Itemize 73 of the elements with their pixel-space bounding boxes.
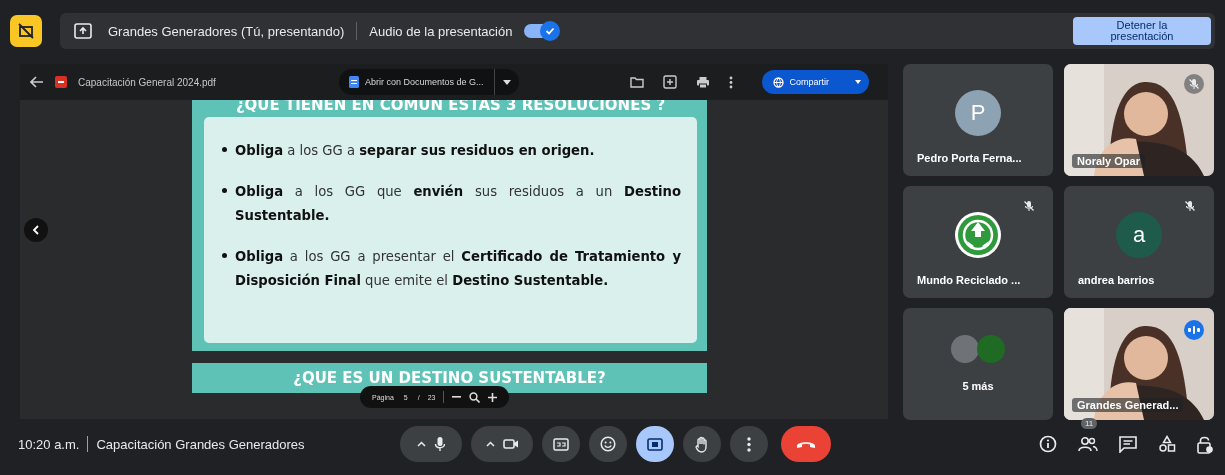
more-options-icon <box>747 436 751 452</box>
check-icon <box>544 25 557 37</box>
participant-tile[interactable]: Noraly Opar <box>1064 64 1214 176</box>
slide-heading: ¿QUE ES UN DESTINO SUSTENTABLE? <box>293 369 606 387</box>
participant-name: Grandes Generad... <box>1072 398 1184 412</box>
present-screen-icon <box>647 437 663 451</box>
captions-icon <box>553 437 569 451</box>
participant-name: Mundo Reciclado ... <box>916 274 1022 288</box>
globe-icon <box>772 76 784 88</box>
audio-label: Audio de la presentación <box>369 23 513 39</box>
participant-name: andrea barrios <box>1077 274 1156 288</box>
present-button[interactable] <box>636 426 674 462</box>
recycle-logo-icon <box>954 211 1002 259</box>
present-screen-icon <box>74 23 92 39</box>
shapes-icon[interactable] <box>1158 435 1176 453</box>
raise-hand-button[interactable] <box>683 426 721 462</box>
participant-tile[interactable]: Grandes Generad... <box>1064 308 1214 420</box>
avatar <box>951 335 979 363</box>
bullet-dot-icon <box>222 147 227 152</box>
zoom-icon[interactable] <box>469 391 481 403</box>
chat-icon[interactable] <box>1119 435 1137 453</box>
previous-page-button[interactable] <box>24 218 48 242</box>
emoji-icon <box>600 436 616 452</box>
audio-toggle[interactable] <box>524 24 559 38</box>
avatar <box>977 335 1005 363</box>
folder-icon[interactable] <box>629 76 644 88</box>
participant-tile[interactable]: a andrea barrios <box>1064 186 1214 298</box>
bullet-text: Obliga a los GG a presentar el Certificado de Tratamiento y Disposición Final que emite el Destino Sustentable. <box>235 248 681 290</box>
document-icon <box>349 76 359 88</box>
lock-icon[interactable] <box>1197 434 1213 454</box>
app-logo-icon <box>10 15 42 47</box>
microphone-icon <box>433 436 446 452</box>
bullet-dot-icon <box>222 253 227 258</box>
participant-name: 5 más <box>961 380 995 394</box>
caret-up-icon <box>485 441 495 447</box>
chevron-left-icon <box>32 225 40 235</box>
more-options-icon[interactable] <box>728 75 733 89</box>
hang-up-button[interactable] <box>781 426 831 462</box>
presenting-title: Grandes Generadores (Tú, presentando) <box>108 23 345 39</box>
captions-button[interactable] <box>542 426 580 462</box>
share-button[interactable]: Compartir <box>761 70 870 94</box>
bullet-dot-icon <box>222 188 227 193</box>
zoom-in-icon[interactable] <box>488 392 498 402</box>
stop-presenting-button[interactable]: Detener la presentación <box>1073 17 1211 45</box>
meeting-title: Capacitación Grandes Generadores <box>96 436 305 452</box>
pdf-file-icon <box>55 76 67 88</box>
bullet-text: Obliga a los GG que envién sus residuos a un Destino Sustentable. <box>235 183 681 225</box>
participant-name: Noraly Opar <box>1072 154 1145 168</box>
avatar: a <box>1116 212 1162 258</box>
file-name: Capacitación General 2024.pdf <box>78 76 217 88</box>
camera-icon <box>502 438 519 450</box>
bullet-text: Obliga a los GG a separar sus residuos en origen. <box>235 142 596 160</box>
participant-tile[interactable]: Mundo Reciclado ... <box>903 186 1053 298</box>
caret-icon <box>502 79 511 85</box>
print-icon[interactable] <box>695 75 710 89</box>
camera-button[interactable] <box>471 426 533 462</box>
add-note-icon[interactable] <box>662 75 677 89</box>
caret-icon <box>855 80 862 84</box>
phone-icon <box>796 439 816 449</box>
people-count-badge: 11 <box>1081 418 1098 429</box>
meeting-time: 10:20 a.m. <box>18 436 80 452</box>
more-options-button[interactable] <box>730 426 768 462</box>
caret-up-icon <box>416 441 426 447</box>
avatar: P <box>955 90 1001 136</box>
info-icon[interactable] <box>1039 435 1057 453</box>
participant-tile[interactable]: P Pedro Porta Ferna... <box>903 64 1053 176</box>
back-arrow-icon[interactable] <box>30 76 44 88</box>
participant-name: Pedro Porta Ferna... <box>916 152 1023 166</box>
participant-tile[interactable]: 5 más <box>903 308 1053 420</box>
emoji-button[interactable] <box>589 426 627 462</box>
people-icon[interactable] <box>1078 436 1098 452</box>
microphone-button[interactable] <box>400 426 462 462</box>
hand-icon <box>695 435 709 453</box>
